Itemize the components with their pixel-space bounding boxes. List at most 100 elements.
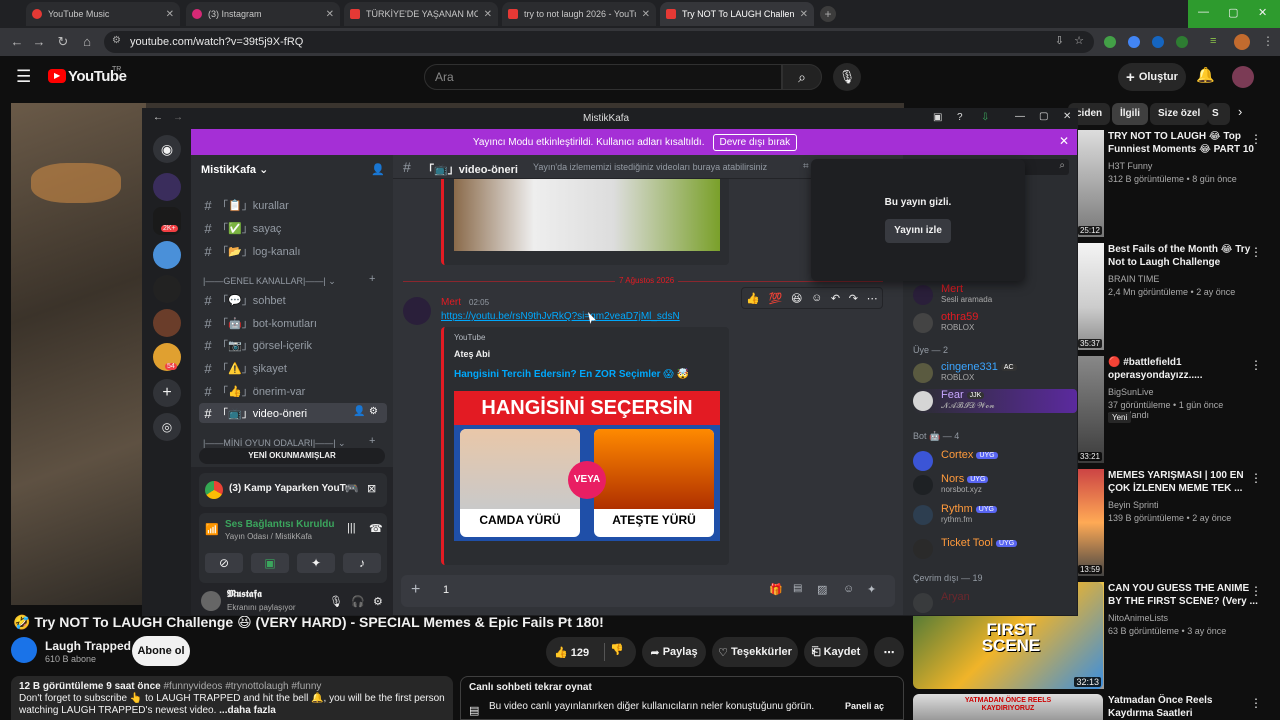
user-avatar[interactable] — [201, 591, 221, 611]
home-icon[interactable]: ⌂ — [76, 34, 98, 49]
threads-icon[interactable]: ⌗ — [803, 161, 809, 172]
extension-icon[interactable] — [1152, 36, 1164, 48]
maximize-icon[interactable]: ▢ — [1039, 111, 1048, 122]
reaction-thumbs-up[interactable]: 👍 — [746, 292, 760, 305]
message-link[interactable]: https://youtu.be/rsN9thJvRkQ?si=gm2veaD7… — [441, 311, 680, 322]
voice-status[interactable]: Ses Bağlantısı Kuruldu — [225, 519, 334, 530]
forward-icon[interactable]: → — [173, 112, 183, 123]
channel-avatar[interactable] — [11, 637, 37, 663]
category-general[interactable]: |——GENEL KANALLAR|——| ⌄ — [203, 276, 336, 287]
close-activity-icon[interactable]: ⊠ — [367, 482, 376, 495]
more-actions-icon[interactable]: ⋮ — [1250, 471, 1262, 485]
url-bar[interactable]: ⚙ youtube.com/watch?v=39t5j9X-fRQ ⇩ ☆ — [104, 31, 1094, 53]
invite-icon[interactable]: 👤 — [353, 406, 365, 417]
channel-topic[interactable]: Yayın'da izlememizi istediğiniz videolar… — [533, 162, 767, 172]
side-video[interactable]: Yatmadan Önce Reels Kaydırma Saatleri ⋮ — [1078, 694, 1268, 720]
back-icon[interactable]: ← — [6, 34, 28, 49]
help-icon[interactable]: ? — [957, 112, 963, 123]
video-thumbnail[interactable]: 33:21 — [1078, 356, 1104, 463]
microphone-icon[interactable]: 🎙 — [329, 595, 343, 608]
message-composer[interactable]: + 1 🎁 ▤ ▨ ☺ ✦ — [401, 575, 895, 607]
channel-name[interactable]: NitoAnimeLists — [1108, 613, 1258, 623]
server-icon[interactable] — [153, 309, 181, 337]
dislike-button[interactable]: 👎 — [610, 643, 624, 656]
message-author[interactable]: Mert — [441, 297, 461, 308]
composer-text[interactable]: 1 — [443, 584, 449, 596]
side-video[interactable]: 35:37 Best Fails of the Month 😂 Try Not … — [1078, 243, 1268, 353]
extension-icon[interactable] — [1128, 36, 1140, 48]
activities-button[interactable]: ✦ — [297, 553, 335, 573]
channel-video-oneri[interactable]: # 「📺」video-öneri 👤 ⚙ — [199, 403, 387, 423]
more-actions-button[interactable]: ⋯ — [874, 637, 904, 667]
chip-for-you[interactable]: Size özel — [1150, 103, 1209, 125]
browser-tab-motor[interactable]: TÜRKİYE'DE YAŞANAN MOTOR ✕ — [344, 2, 498, 26]
noise-suppression-icon[interactable]: ||| — [347, 522, 356, 534]
more-actions-icon[interactable]: ⋮ — [1250, 696, 1262, 710]
side-video[interactable]: 32:13 CAN YOU GUESS THE ANIME BY THE FIR… — [1078, 582, 1268, 692]
add-reaction-icon[interactable]: ☺ — [811, 292, 822, 304]
user-name[interactable]: 𝕸𝖚𝖘𝖙𝖆𝖋𝖆 — [227, 589, 262, 600]
create-button[interactable]: + Oluştur — [1118, 63, 1186, 91]
video-title[interactable]: Yatmadan Önce Reels Kaydırma Saatleri — [1108, 694, 1258, 720]
watch-stream-button[interactable]: Yayını izle — [885, 219, 951, 243]
reaction-laugh[interactable]: 😆 — [791, 292, 802, 305]
side-video[interactable]: 33:21 🔴 #battlefield1 operasyondayızz...… — [1078, 356, 1268, 466]
embed-thumbnail[interactable]: HANGİSİNİ SEÇERSİN CAMDA YÜRÜ ATEŞTE YÜR… — [454, 391, 720, 541]
side-video[interactable]: 13:59 MEMES YARIŞMASI | 100 EN ÇOK İZLEN… — [1078, 469, 1268, 579]
unread-jump-button[interactable]: YENİ OKUNMAMIŞLAR — [199, 448, 385, 464]
account-avatar[interactable] — [1232, 66, 1254, 88]
apps-icon[interactable]: ✦ — [867, 583, 876, 596]
notifications-bell-icon[interactable]: 🔔 — [1196, 66, 1215, 84]
gift-icon[interactable]: 🎁 — [769, 583, 783, 596]
gamepad-icon[interactable]: 🎮 — [345, 482, 359, 495]
hashtags[interactable]: #funnyvideos #trynottolaugh #funny — [164, 681, 322, 692]
profile-avatar[interactable] — [1234, 34, 1250, 50]
add-server-icon[interactable]: + — [153, 379, 181, 407]
server-icon[interactable] — [153, 173, 181, 201]
screen-share-button[interactable]: ▣ — [251, 553, 289, 573]
channel-name[interactable]: BigSunLive — [1108, 387, 1258, 397]
close-tab-icon[interactable]: ✕ — [484, 9, 492, 20]
side-video[interactable]: 25:12 TRY NOT TO LAUGH 😂 Top Funniest Mo… — [1078, 130, 1268, 240]
channel-gorsel-icerik[interactable]: # 「📷」görsel-içerik — [199, 335, 387, 355]
video-title[interactable]: 🔴 #battlefield1 operasyondayızz..... — [1108, 356, 1258, 382]
reply-icon[interactable]: ↶ — [831, 292, 840, 305]
camera-off-button[interactable]: ⊘ — [205, 553, 243, 573]
video-title[interactable]: MEMES YARIŞMASI | 100 EN ÇOK İZLENEN MEM… — [1108, 469, 1258, 495]
channel-sayac[interactable]: # 「✅」sayaç — [199, 218, 387, 238]
browser-menu-icon[interactable]: ⋮ — [1262, 34, 1274, 48]
voice-room[interactable]: Yayın Odası / MistikKafa — [225, 532, 312, 541]
browser-tab-youtube-music[interactable]: YouTube Music ✕ — [26, 2, 180, 26]
channel-name[interactable]: Laugh Trapped — [45, 639, 131, 653]
member-item[interactable]: Nors UYG norsbot.xyz — [913, 473, 1077, 497]
browser-tab-try-not-laugh-search[interactable]: try to not laugh 2026 - YouTube ✕ — [502, 2, 656, 26]
inbox-icon[interactable]: ▣ — [933, 112, 942, 123]
sticker-icon[interactable]: ▨ — [817, 583, 827, 596]
channel-name[interactable]: H3T Funny — [1108, 161, 1258, 171]
bookmark-star-icon[interactable]: ☆ — [1074, 34, 1084, 47]
channel-name[interactable]: BRAIN TIME — [1108, 274, 1258, 284]
member-item[interactable]: Mert Sesli aramada — [913, 283, 1077, 307]
install-icon[interactable]: ⇩ — [1055, 34, 1064, 47]
server-icon[interactable] — [153, 275, 181, 303]
search-input[interactable]: Ara — [424, 64, 782, 90]
member-item[interactable]: Cortex UYG — [913, 449, 1077, 473]
member-item[interactable]: Ticket Tool UYG — [913, 537, 1077, 561]
user-settings-icon[interactable]: ⚙ — [373, 595, 383, 608]
description-box[interactable]: 12 B görüntüleme 9 saat önce #funnyvideo… — [11, 676, 453, 720]
gif-icon[interactable]: ▤ — [793, 583, 802, 594]
member-item[interactable]: cingene331 AC ROBLOX — [913, 361, 1077, 385]
server-name[interactable]: MistikKafa ⌄ — [201, 163, 268, 176]
embed-title[interactable]: Hangisini Tercih Edersin? En ZOR Seçimle… — [454, 369, 689, 380]
like-button[interactable]: 👍 129 — [554, 646, 589, 659]
close-tab-icon[interactable]: ✕ — [166, 9, 174, 20]
forward-icon[interactable]: ↷ — [849, 292, 858, 305]
sidebar-icon[interactable]: ≡ — [1210, 35, 1216, 47]
more-actions-icon[interactable]: ⋮ — [1250, 358, 1262, 372]
author-avatar[interactable] — [403, 297, 431, 325]
channel-log-kanali[interactable]: # 「📂」log-kanalı — [199, 241, 387, 261]
close-tab-icon[interactable]: ✕ — [642, 9, 650, 20]
subscribe-button[interactable]: Abone ol — [132, 636, 190, 666]
chevron-right-icon[interactable]: › — [1238, 104, 1242, 119]
channel-sikayet[interactable]: # 「⚠️」şikayet — [199, 358, 387, 378]
